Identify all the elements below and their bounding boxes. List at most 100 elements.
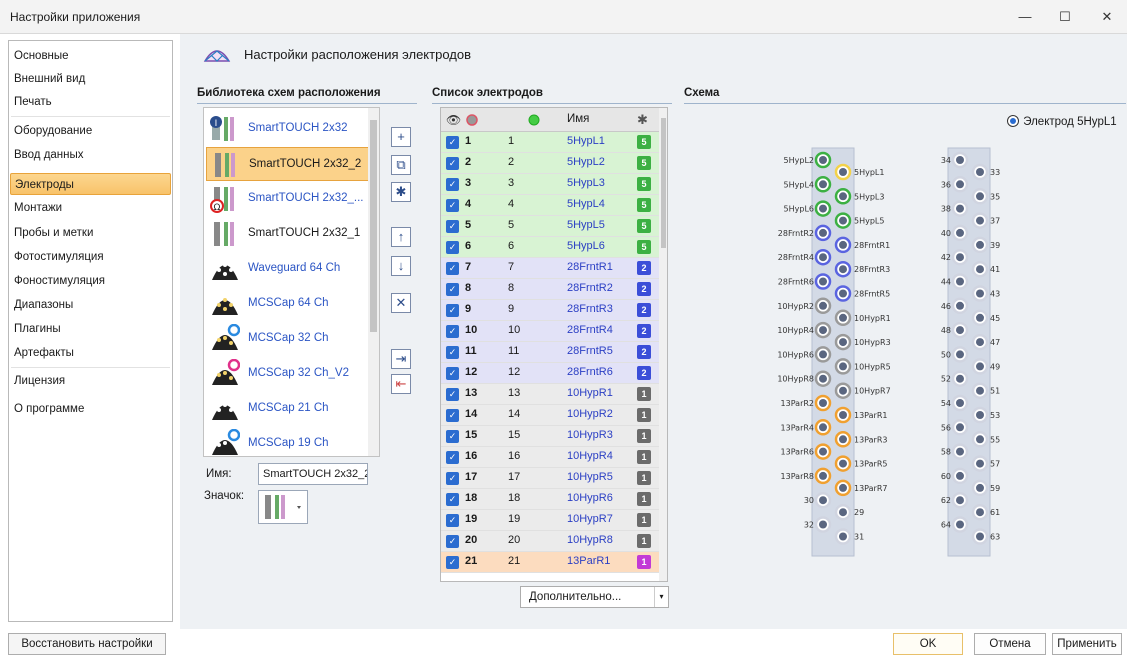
row-checkbox[interactable]: ✓ (446, 472, 459, 485)
row-electrode-name[interactable]: 5HypL3 (567, 177, 605, 189)
row-electrode-name[interactable]: 5HypL4 (567, 198, 605, 210)
row-checkbox[interactable]: ✓ (446, 157, 459, 170)
table-row[interactable]: ✓ 21 21 13ParR1 1 (441, 552, 659, 573)
sidebar-item-about[interactable]: О программе (10, 398, 171, 420)
row-electrode-name[interactable]: 28FrntR6 (567, 366, 613, 378)
list-item[interactable]: MCSCap 19 Ch (206, 427, 370, 456)
sidebar-item-montages[interactable]: Монтажи (10, 197, 171, 219)
row-checkbox[interactable]: ✓ (446, 388, 459, 401)
export-layout-button[interactable]: ⇤ (391, 374, 411, 394)
group-badge[interactable]: 2 (637, 303, 651, 317)
table-row[interactable]: ✓ 4 4 5HypL4 5 (441, 195, 659, 216)
sidebar-item-tests-marks[interactable]: Пробы и метки (10, 222, 171, 244)
row-electrode-name[interactable]: 10HypR3 (567, 429, 613, 441)
table-row[interactable]: ✓ 8 8 28FrntR2 2 (441, 279, 659, 300)
sidebar-item-phonostim[interactable]: Фоностимуляция (10, 270, 171, 292)
minimize-button[interactable]: — (1005, 0, 1045, 34)
table-row[interactable]: ✓ 17 17 10HypR5 1 (441, 468, 659, 489)
row-checkbox[interactable]: ✓ (446, 493, 459, 506)
visibility-eye-icon[interactable]: 👁 (446, 113, 461, 127)
row-checkbox[interactable]: ✓ (446, 262, 459, 275)
table-row[interactable]: ✓ 16 16 10HypR4 1 (441, 447, 659, 468)
row-checkbox[interactable]: ✓ (446, 346, 459, 359)
row-electrode-name[interactable]: 5HypL2 (567, 156, 605, 168)
group-badge[interactable]: 5 (637, 219, 651, 233)
table-row[interactable]: ✓ 18 18 10HypR6 1 (441, 489, 659, 510)
row-checkbox[interactable]: ✓ (446, 409, 459, 422)
sidebar-item-data-input[interactable]: Ввод данных (10, 144, 171, 166)
table-row[interactable]: ✓ 10 10 28FrntR4 2 (441, 321, 659, 342)
list-item[interactable]: MCSCap 32 Ch_V2 (206, 357, 370, 391)
sidebar-item-ranges[interactable]: Диапазоны (10, 294, 171, 316)
group-badge[interactable]: 1 (637, 492, 651, 506)
row-checkbox[interactable]: ✓ (446, 430, 459, 443)
close-button[interactable]: ✕ (1087, 0, 1127, 34)
cancel-button[interactable]: Отмена (974, 633, 1046, 655)
list-item[interactable]: MCSCap 64 Ch (206, 287, 370, 321)
group-badge[interactable]: 2 (637, 366, 651, 380)
copy-layout-button[interactable]: ⧉ (391, 155, 411, 175)
sidebar-item-equipment[interactable]: Оборудование (10, 120, 171, 142)
row-checkbox[interactable]: ✓ (446, 367, 459, 380)
list-item[interactable]: MCSCap 32 Ch (206, 322, 370, 356)
electrode-scrollbar[interactable] (659, 108, 667, 581)
group-badge[interactable]: 2 (637, 345, 651, 359)
ok-button[interactable]: OK (893, 633, 963, 655)
sidebar-item-electrodes[interactable]: Электроды (10, 173, 171, 195)
star-layout-button[interactable]: ✱ (391, 182, 411, 202)
row-checkbox[interactable]: ✓ (446, 535, 459, 548)
group-badge[interactable]: 5 (637, 240, 651, 254)
more-options-dropdown[interactable]: Дополнительно... ▾ (520, 586, 669, 608)
delete-layout-button[interactable]: ✕ (391, 293, 411, 313)
table-row[interactable]: ✓ 3 3 5HypL3 5 (441, 174, 659, 195)
table-row[interactable]: ✓ 11 11 28FrntR5 2 (441, 342, 659, 363)
row-electrode-name[interactable]: 10HypR5 (567, 471, 613, 483)
group-badge[interactable]: 1 (637, 555, 651, 569)
row-electrode-name[interactable]: 28FrntR1 (567, 261, 613, 273)
row-checkbox[interactable]: ✓ (446, 241, 459, 254)
group-badge[interactable]: 5 (637, 198, 651, 212)
row-electrode-name[interactable]: 28FrntR5 (567, 345, 613, 357)
library-scrollbar[interactable] (368, 108, 379, 456)
row-electrode-name[interactable]: 28FrntR4 (567, 324, 613, 336)
row-electrode-name[interactable]: 10HypR2 (567, 408, 613, 420)
add-layout-button[interactable]: + (391, 127, 411, 147)
sidebar-item-print[interactable]: Печать (10, 91, 171, 113)
table-row[interactable]: ✓ 14 14 10HypR2 1 (441, 405, 659, 426)
row-checkbox[interactable]: ✓ (446, 451, 459, 464)
row-electrode-name[interactable]: 5HypL6 (567, 240, 605, 252)
row-electrode-name[interactable]: 10HypR7 (567, 513, 613, 525)
list-item[interactable]: MCSCap 21 Ch (206, 392, 370, 426)
list-item[interactable]: Ω SmartTOUCH 2x32_... (206, 182, 370, 216)
list-item[interactable]: SmartTOUCH 2x32_1 (206, 217, 370, 251)
row-electrode-name[interactable]: 10HypR6 (567, 492, 613, 504)
move-up-button[interactable]: ↑ (391, 227, 411, 247)
row-electrode-name[interactable]: 5HypL5 (567, 219, 605, 231)
sidebar-item-artifacts[interactable]: Артефакты (10, 342, 171, 364)
row-checkbox[interactable]: ✓ (446, 325, 459, 338)
group-badge[interactable]: 5 (637, 177, 651, 191)
table-row[interactable]: ✓ 1 1 5HypL1 5 (441, 132, 659, 153)
row-electrode-name[interactable]: 10HypR4 (567, 450, 613, 462)
table-row[interactable]: ✓ 6 6 5HypL6 5 (441, 237, 659, 258)
table-row[interactable]: ✓ 20 20 10HypR8 1 (441, 531, 659, 552)
group-badge[interactable]: 1 (637, 429, 651, 443)
row-electrode-name[interactable]: 13ParR1 (567, 555, 610, 567)
table-row[interactable]: ✓ 7 7 28FrntR1 2 (441, 258, 659, 279)
row-checkbox[interactable]: ✓ (446, 220, 459, 233)
row-electrode-name[interactable]: 28FrntR2 (567, 282, 613, 294)
list-item[interactable]: Waveguard 64 Ch (206, 252, 370, 286)
group-badge[interactable]: 1 (637, 513, 651, 527)
list-item[interactable]: SmartTOUCH 2x32_2 (206, 147, 370, 181)
row-checkbox[interactable]: ✓ (446, 199, 459, 212)
sidebar-item-basic[interactable]: Основные (10, 45, 171, 67)
table-row[interactable]: ✓ 13 13 10HypR1 1 (441, 384, 659, 405)
scrollbar-thumb[interactable] (370, 120, 377, 332)
restore-settings-button[interactable]: Восстановить настройки (8, 633, 166, 655)
group-badge[interactable]: 1 (637, 534, 651, 548)
row-electrode-name[interactable]: 10HypR8 (567, 534, 613, 546)
table-row[interactable]: ✓ 2 2 5HypL2 5 (441, 153, 659, 174)
row-checkbox[interactable]: ✓ (446, 514, 459, 527)
row-checkbox[interactable]: ✓ (446, 178, 459, 191)
table-row[interactable]: ✓ 9 9 28FrntR3 2 (441, 300, 659, 321)
